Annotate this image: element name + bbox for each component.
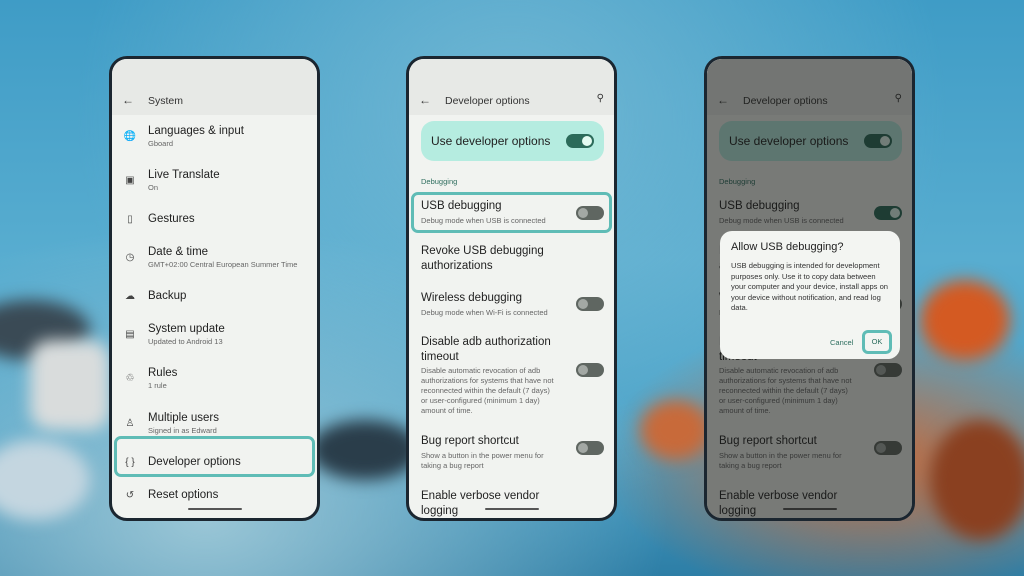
allow-usb-debugging-dialog: Allow USB debugging? USB debugging is in… xyxy=(720,231,900,359)
item-title: Reset options xyxy=(148,489,219,501)
cancel-button[interactable]: Cancel xyxy=(830,338,853,347)
master-toggle[interactable] xyxy=(566,134,594,148)
translate-icon: ▣ xyxy=(125,175,135,186)
gestures-icon: ▯ xyxy=(127,214,133,225)
item-subtitle: GMT+02:00 Central European Summer Time xyxy=(148,260,298,269)
search-icon[interactable]: ⚲ xyxy=(597,93,604,104)
item-title: Rules xyxy=(148,367,178,379)
dialog-title: Allow USB debugging? xyxy=(731,241,844,253)
ok-button[interactable]: OK xyxy=(862,330,892,354)
item-subtitle: Debug mode when Wi-Fi is connected xyxy=(421,308,548,317)
person-icon: ♙ xyxy=(125,418,135,429)
item-subtitle: 1 rule xyxy=(148,381,167,390)
page-title: Developer options xyxy=(445,95,530,107)
item-subtitle: Disable automatic revocation of adb auth… xyxy=(421,366,554,415)
history-icon: ↺ xyxy=(125,490,135,501)
item-title: Multiple users xyxy=(148,412,219,424)
clock-icon: ◷ xyxy=(125,252,135,263)
item-title: Date & time xyxy=(148,246,209,258)
use-developer-options-card[interactable]: Use developer options xyxy=(421,121,604,161)
back-arrow-icon[interactable]: ← xyxy=(419,93,431,107)
app-bar: ← Developer options ⚲ xyxy=(409,59,614,115)
item-title: Revoke USB debugging authorizations xyxy=(421,245,544,272)
toggle-switch[interactable] xyxy=(576,297,604,311)
phone-developer-options: ← Developer options ⚲ Use developer opti… xyxy=(406,56,617,521)
section-header-debugging: Debugging xyxy=(421,177,458,186)
item-subtitle: On xyxy=(148,183,159,192)
item-subtitle: Signed in as Edward xyxy=(148,426,217,435)
home-indicator[interactable] xyxy=(485,508,539,510)
item-title: Wireless debugging xyxy=(421,292,523,304)
cloud-icon: ☁ xyxy=(125,291,135,302)
page-title: System xyxy=(148,95,184,107)
dialog-body: USB debugging is intended for developmen… xyxy=(731,261,889,313)
globe-icon: 🌐 xyxy=(123,131,137,142)
item-title: Enable verbose vendor logging xyxy=(421,490,540,517)
item-title: System update xyxy=(148,323,225,335)
app-bar: ← System xyxy=(112,59,317,115)
home-indicator[interactable] xyxy=(188,508,242,510)
item-subtitle: Gboard xyxy=(148,139,174,148)
rules-icon: ♲ xyxy=(125,373,135,384)
item-title: Languages & input xyxy=(148,125,244,137)
highlight-box xyxy=(114,436,315,477)
phone-usb-debugging-dialog: ← Developer options ⚲ Use developer opti… xyxy=(704,56,915,521)
system-update-icon: ▤ xyxy=(125,329,135,340)
toggle-switch[interactable] xyxy=(576,363,604,377)
highlight-box xyxy=(411,192,612,233)
back-arrow-icon[interactable]: ← xyxy=(122,93,134,107)
item-title: Bug report shortcut xyxy=(421,435,519,447)
master-toggle-label: Use developer options xyxy=(431,134,551,148)
item-title: Live Translate xyxy=(148,169,220,181)
item-title: Backup xyxy=(148,290,187,302)
item-title: Gestures xyxy=(148,213,195,225)
phone-system-settings: ← System 🌐 Languages & input Gboard ▣ Live T… xyxy=(109,56,320,521)
item-subtitle: Show a button in the power menu for taki… xyxy=(421,451,544,470)
toggle-switch[interactable] xyxy=(576,441,604,455)
item-title: Disable adb authorization timeout xyxy=(421,336,551,363)
item-subtitle: Updated to Android 13 xyxy=(148,337,223,346)
